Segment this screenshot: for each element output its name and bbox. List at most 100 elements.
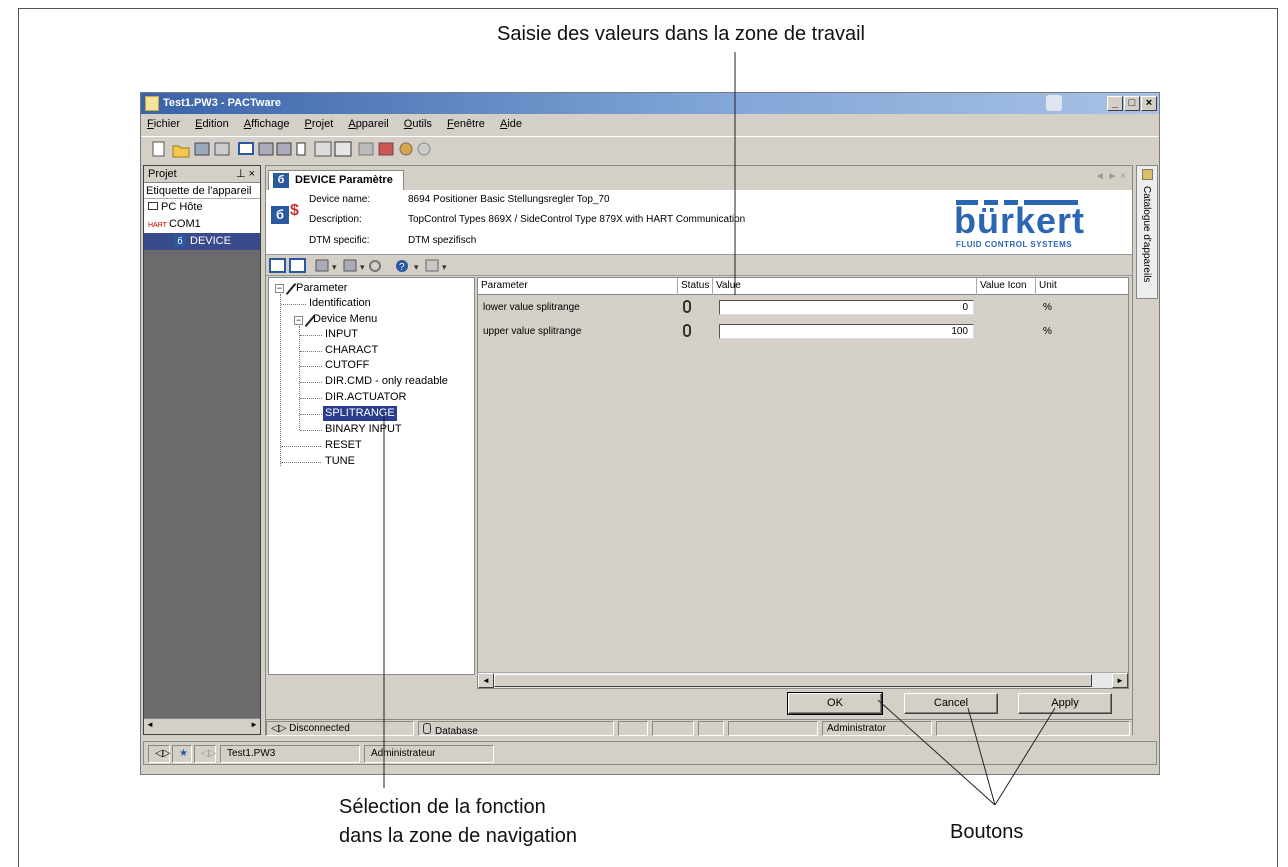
current-user: Administrateur [364, 745, 494, 763]
maximize-button[interactable]: □ [1124, 96, 1140, 111]
parameter-grid: Parameter Status Value Value Icon Unit l… [477, 277, 1129, 689]
svg-text:▾: ▾ [360, 262, 365, 272]
dtm-logo-icon: б [271, 206, 289, 224]
connection-status: ◁▷ Disconnected [266, 721, 414, 736]
application-status-bar: ◁▷ ★ ◁▷ Test1.PW3 Administrateur [143, 741, 1157, 765]
project-panel-header: Projet ⊥ × [144, 166, 260, 183]
upper-splitrange-input[interactable]: 100 [719, 324, 974, 339]
minimize-button[interactable]: _ [1107, 96, 1123, 111]
dtm-specific-label: DTM specific: [309, 235, 370, 246]
scroll-right-icon[interactable]: ► [250, 720, 258, 729]
title-bar[interactable]: Test1.PW3 - PACTware _ □ × [141, 93, 1159, 114]
table-row: lower value splitrange 0 % [478, 298, 1128, 318]
menu-bar: Fichier Edition Affichage Projet Apparei… [141, 115, 1159, 135]
column-unit[interactable]: Unit [1036, 278, 1129, 295]
connection-icon[interactable]: ◁▷ [148, 745, 170, 763]
param-name: upper value splitrange [483, 326, 582, 337]
cancel-button[interactable]: Cancel [904, 693, 998, 714]
tree-item-com1[interactable]: HART COM1 [144, 216, 260, 233]
nav-tune[interactable]: TUNE [325, 454, 355, 469]
ok-button[interactable]: OK [787, 692, 883, 715]
column-value[interactable]: Value [713, 278, 977, 295]
column-value-icon[interactable]: Value Icon [977, 278, 1036, 295]
tree-item-label: PC Hôte [161, 201, 203, 213]
svg-text:▾: ▾ [414, 262, 419, 272]
svg-text:?: ? [399, 262, 405, 273]
annotation-buttons: Boutons [950, 821, 1024, 843]
nav-dir-cmd[interactable]: DIR.CMD - only readable [325, 374, 448, 389]
nav-dir-actuator[interactable]: DIR.ACTUATOR [325, 390, 407, 405]
nav-charact[interactable]: CHARACT [325, 343, 378, 358]
main-toolbar [141, 136, 1159, 160]
nav-parameter[interactable]: Parameter [296, 281, 347, 296]
pin-close-icon[interactable]: ⊥ × [236, 167, 255, 180]
description-label: Description: [309, 214, 362, 225]
device-header: б $ Device name: 8694 Positioner Basic S… [266, 190, 1132, 254]
navigation-tree: − Parameter Identification − Device Menu… [268, 277, 475, 675]
column-status[interactable]: Status [678, 278, 713, 295]
database-icon [423, 723, 431, 734]
menu-fenetre[interactable]: Fenêtre [441, 115, 491, 130]
menu-affichage[interactable]: Affichage [238, 115, 296, 130]
tab-label: DEVICE Paramètre [295, 174, 393, 186]
nav-input[interactable]: INPUT [325, 327, 358, 342]
lower-splitrange-input[interactable]: 0 [719, 300, 974, 315]
app-icon [145, 96, 159, 111]
printer-icon[interactable] [1046, 95, 1062, 111]
collapse-icon[interactable]: − [275, 284, 284, 293]
nav-splitrange[interactable]: SPLITRANGE [323, 406, 397, 421]
scroll-right-icon[interactable]: ► [1112, 673, 1128, 688]
menu-projet[interactable]: Projet [299, 115, 340, 130]
burkert-logo-tagline: FLUID CONTROL SYSTEMS [956, 240, 1073, 249]
tab-navigation-icon[interactable]: ◄ ► × [1095, 171, 1126, 182]
status-icon [683, 324, 691, 337]
scroll-left-icon[interactable]: ◄ [478, 673, 494, 688]
menu-edition[interactable]: Edition [189, 115, 235, 130]
scroll-left-icon[interactable]: ◄ [146, 720, 154, 729]
document-tabs: б DEVICE Paramètre ◄ ► × [266, 166, 1132, 190]
tree-item-pc-host[interactable]: PC Hôte [144, 199, 260, 216]
grid-horizontal-scrollbar[interactable]: ◄ ► [478, 672, 1128, 688]
apply-button[interactable]: Apply [1018, 693, 1112, 714]
tree-item-device[interactable]: б DEVICE [144, 233, 260, 250]
burkert-logo-word: bürkert [954, 200, 1086, 241]
burkert-logo: bürkert FLUID CONTROL SYSTEMS [954, 194, 1112, 250]
annotation-navigation-line1: Sélection de la fonction [339, 796, 546, 818]
menu-aide[interactable]: Aide [494, 115, 528, 130]
tab-device-parameter[interactable]: б DEVICE Paramètre [268, 170, 404, 190]
close-button[interactable]: × [1141, 96, 1157, 111]
database-status-text: Database [435, 726, 478, 737]
device-icon: б [273, 173, 289, 188]
menu-outils[interactable]: Outils [398, 115, 438, 130]
annotation-top: Saisie des valeurs dans la zone de trava… [497, 23, 865, 45]
nav-binary-input[interactable]: BINARY INPUT [325, 422, 402, 437]
catalogue-tab-label: Catalogue d'appareils [1141, 186, 1152, 283]
document-toolbar-icons[interactable]: ▾ ▾ ? ▾ ▾ [268, 256, 508, 276]
connection-status-text: Disconnected [289, 723, 350, 734]
nav-cutoff[interactable]: CUTOFF [325, 358, 369, 373]
device-catalogue-tab[interactable]: Catalogue d'appareils [1136, 165, 1158, 299]
table-row: upper value splitrange 100 % [478, 322, 1128, 342]
device-tag-column-header[interactable]: Etiquette de l'appareil [144, 183, 260, 199]
column-parameter[interactable]: Parameter [478, 278, 678, 295]
nav-device-menu[interactable]: Device Menu [313, 312, 377, 327]
menu-fichier[interactable]: Fichier [141, 115, 186, 130]
project-panel: Projet ⊥ × Etiquette de l'appareil PC Hô… [143, 165, 261, 735]
nav-identification[interactable]: Identification [309, 296, 371, 311]
project-panel-scrollbar[interactable]: ◄ ► [144, 718, 260, 734]
toolbar-icons[interactable] [147, 137, 507, 161]
star-icon[interactable]: ★ [172, 745, 192, 763]
nav-reset[interactable]: RESET [325, 438, 362, 453]
svg-text:▾: ▾ [442, 262, 447, 272]
collapse-icon[interactable]: − [294, 316, 303, 325]
device-icon: б [174, 235, 186, 247]
menu-appareil[interactable]: Appareil [342, 115, 394, 130]
project-tree: PC Hôte HART COM1 б DEVICE [144, 199, 260, 250]
catalogue-icon [1142, 169, 1153, 180]
param-name: lower value splitrange [483, 302, 580, 313]
dtm-specific-value: DTM spezifisch [408, 235, 477, 246]
scrollbar-thumb[interactable] [494, 674, 1092, 687]
dtm-brand-icon: $ [290, 202, 299, 219]
description-value: TopControl Types 869X / SideControl Type… [408, 214, 746, 225]
disconnected-icon: ◁▷ [271, 723, 290, 734]
